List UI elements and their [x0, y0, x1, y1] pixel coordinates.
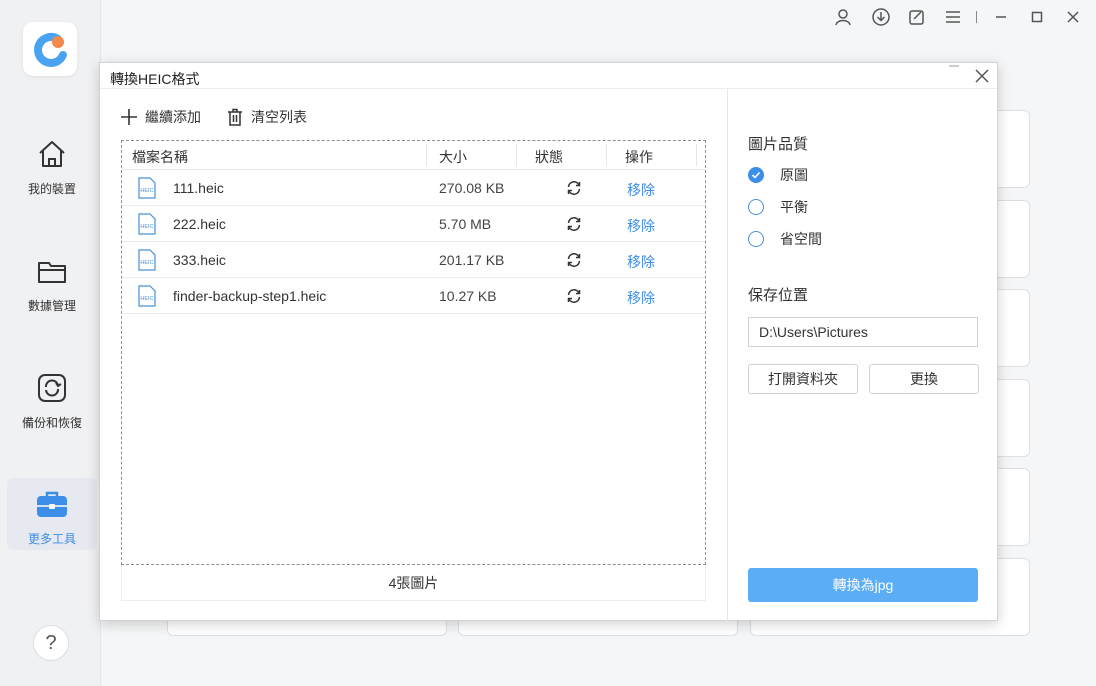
remove-link[interactable]: 移除	[627, 252, 655, 272]
clear-list-label: 清空列表	[251, 109, 307, 125]
minimize-icon[interactable]	[990, 6, 1012, 28]
dialog-minimize-bar	[949, 65, 959, 67]
account-icon[interactable]	[832, 6, 854, 28]
open-folder-button[interactable]: 打開資料夾	[748, 364, 858, 394]
help-button[interactable]: ?	[33, 625, 69, 661]
close-window-icon[interactable]	[1062, 6, 1084, 28]
remove-link[interactable]: 移除	[627, 180, 655, 200]
sidebar-item-my-device[interactable]: 我的裝置	[7, 134, 97, 206]
header-status: 狀態	[535, 149, 563, 165]
file-icon-text: HEIC	[140, 296, 153, 302]
heic-file-icon: HEIC	[138, 285, 156, 307]
quality-option-save-space[interactable]: 省空間	[748, 230, 822, 248]
sidebar-item-label: 我的裝置	[27, 182, 76, 196]
quality-option-label: 原圖	[780, 167, 808, 183]
dialog-title: 轉換HEIC格式	[110, 71, 200, 87]
feedback-icon[interactable]	[906, 6, 928, 28]
column-separator	[606, 144, 607, 166]
add-more-label: 繼續添加	[145, 109, 201, 125]
file-icon-text: HEIC	[140, 188, 153, 194]
header-action: 操作	[625, 149, 653, 165]
save-path-field[interactable]: D:\Users\Pictures	[748, 317, 978, 347]
table-row: HEIC 333.heic 201.17 KB 移除	[122, 242, 705, 278]
sidebar-item-label: 備份和恢復	[21, 416, 82, 430]
topbar-divider	[976, 11, 977, 23]
sidebar-item-label: 數據管理	[27, 299, 76, 313]
change-location-button[interactable]: 更換	[869, 364, 979, 394]
dialog-title-divider	[100, 88, 997, 89]
quality-label: 圖片品質	[748, 136, 809, 153]
quality-option-original[interactable]: 原圖	[748, 166, 808, 184]
refresh-icon	[567, 181, 581, 195]
image-count: 4張圖片	[121, 565, 706, 601]
radio-unchecked-icon	[748, 231, 764, 247]
save-location-label: 保存位置	[748, 287, 809, 304]
refresh-icon	[567, 217, 581, 231]
plus-icon	[121, 109, 137, 125]
sidebar-item-backup-restore[interactable]: 備份和恢復	[7, 368, 97, 440]
heic-convert-dialog: 轉換HEIC格式 繼續添加 清空列表 檔案名稱 大小 狀態 操作 HEIC 11…	[99, 62, 998, 621]
table-row: HEIC 222.heic 5.70 MB 移除	[122, 206, 705, 242]
column-separator	[426, 144, 427, 166]
file-icon-text: HEIC	[140, 260, 153, 266]
file-name: 111.heic	[173, 180, 224, 196]
trash-icon	[228, 108, 242, 126]
maximize-icon[interactable]	[1026, 6, 1048, 28]
heic-file-icon: HEIC	[138, 213, 156, 235]
quality-option-label: 省空間	[780, 231, 822, 247]
app-logo	[23, 22, 77, 76]
close-icon[interactable]	[973, 67, 991, 85]
quality-option-label: 平衡	[780, 199, 808, 215]
radio-checked-icon	[748, 167, 764, 183]
home-icon	[39, 141, 65, 167]
table-row: HEIC 111.heic 270.08 KB 移除	[122, 170, 705, 206]
file-icon-text: HEIC	[140, 224, 153, 230]
sidebar-item-more-tools[interactable]: 更多工具	[7, 478, 97, 550]
heic-file-icon: HEIC	[138, 249, 156, 271]
file-size: 10.27 KB	[439, 288, 497, 304]
download-icon[interactable]	[870, 6, 892, 28]
file-name: finder-backup-step1.heic	[173, 288, 327, 304]
sidebar-item-data-management[interactable]: 數據管理	[7, 251, 97, 323]
refresh-icon	[567, 289, 581, 303]
file-size: 270.08 KB	[439, 180, 505, 196]
quality-option-balanced[interactable]: 平衡	[748, 198, 808, 216]
heic-file-icon: HEIC	[138, 177, 156, 199]
radio-unchecked-icon	[748, 199, 764, 215]
column-separator	[516, 144, 517, 166]
remove-link[interactable]: 移除	[627, 288, 655, 308]
file-name: 333.heic	[173, 252, 226, 268]
menu-icon[interactable]	[942, 6, 964, 28]
sidebar-item-label: 更多工具	[27, 532, 76, 546]
convert-to-jpg-button[interactable]: 轉換為jpg	[748, 568, 978, 602]
backup-icon	[38, 374, 66, 402]
file-name: 222.heic	[173, 216, 226, 232]
file-size: 201.17 KB	[439, 252, 505, 268]
column-separator	[696, 144, 697, 166]
file-table: 檔案名稱 大小 狀態 操作 HEIC 111.heic 270.08 KB 移除	[121, 140, 706, 565]
file-size: 5.70 MB	[439, 216, 492, 232]
header-filename: 檔案名稱	[132, 149, 188, 165]
app-logo-icon	[34, 33, 67, 67]
clear-list-button[interactable]: 清空列表	[225, 105, 307, 129]
table-row: HEIC finder-backup-step1.heic 10.27 KB 移…	[122, 278, 705, 314]
folder-icon	[38, 262, 66, 283]
refresh-icon	[567, 253, 581, 267]
header-size: 大小	[439, 149, 467, 165]
toolbox-icon	[37, 491, 67, 517]
add-more-button[interactable]: 繼續添加	[119, 105, 201, 129]
remove-link[interactable]: 移除	[627, 216, 655, 236]
panel-divider	[727, 89, 728, 621]
table-header: 檔案名稱 大小 狀態 操作	[122, 141, 705, 170]
sidebar: 我的裝置 數據管理 備份和恢復 更多工具 ?	[0, 0, 101, 686]
